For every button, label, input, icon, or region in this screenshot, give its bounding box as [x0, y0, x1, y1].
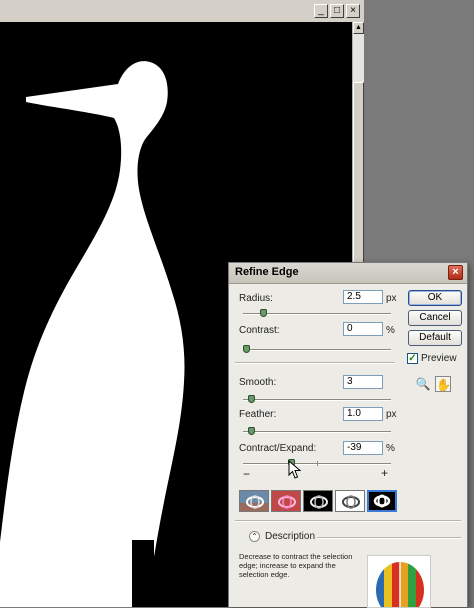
center-tick: [317, 461, 318, 466]
balloon-preview-image: [367, 555, 431, 608]
view-mode-on-white-icon[interactable]: [335, 490, 365, 512]
hand-icon[interactable]: ✋: [435, 376, 451, 392]
preview-checkbox[interactable]: ✓: [407, 353, 418, 364]
preview-label: Preview: [421, 353, 457, 364]
smooth-label: Smooth:: [239, 377, 277, 388]
feather-unit: px: [386, 409, 397, 420]
separator: [235, 520, 461, 522]
contract-expand-input[interactable]: -39: [343, 441, 383, 455]
cancel-button[interactable]: Cancel: [408, 310, 462, 326]
contract-expand-unit: %: [386, 443, 395, 454]
contrast-slider-track[interactable]: [243, 349, 391, 351]
minimize-button[interactable]: _: [314, 4, 328, 18]
minus-sign: −: [243, 467, 251, 481]
smooth-slider-track[interactable]: [243, 399, 391, 401]
separator: [317, 537, 461, 539]
zoom-icon[interactable]: 🔍: [415, 376, 431, 392]
view-mode-mask-icon[interactable]: [367, 490, 397, 512]
contrast-label: Contrast:: [239, 325, 280, 336]
chevron-up-icon[interactable]: ⌃: [249, 531, 260, 542]
dialog-titlebar[interactable]: Refine Edge ×: [229, 263, 467, 284]
contrast-slider-thumb[interactable]: [242, 345, 250, 353]
maximize-button[interactable]: □: [330, 4, 344, 18]
feather-slider-thumb[interactable]: [248, 427, 256, 435]
contrast-unit: %: [386, 325, 395, 336]
feather-input[interactable]: 1.0: [343, 407, 383, 421]
scroll-up-arrow-icon[interactable]: ▲: [353, 22, 364, 34]
radius-slider-thumb[interactable]: [260, 309, 268, 317]
contrast-input[interactable]: 0: [343, 322, 383, 336]
feather-label: Feather:: [239, 409, 277, 420]
ok-button[interactable]: OK: [408, 290, 462, 306]
radius-input[interactable]: 2.5: [343, 290, 383, 304]
radius-unit: px: [386, 293, 397, 304]
mouse-cursor-icon: [288, 460, 302, 479]
description-text: Decrease to contract the selection edge;…: [239, 552, 353, 579]
contract-expand-label: Contract/Expand:: [239, 443, 317, 454]
radius-label: Radius:: [239, 293, 273, 304]
dialog-title: Refine Edge: [235, 266, 299, 278]
close-button[interactable]: ×: [346, 4, 360, 18]
view-mode-quick-mask-icon[interactable]: [271, 490, 301, 512]
view-mode-on-black-icon[interactable]: [303, 490, 333, 512]
dialog-close-button[interactable]: ×: [448, 265, 463, 280]
description-label: Description: [265, 531, 316, 542]
default-button[interactable]: Default: [408, 330, 462, 346]
refine-edge-dialog: Refine Edge × Radius: 2.5 px Contrast: 0…: [228, 262, 468, 608]
view-mode-standard-icon[interactable]: [239, 490, 269, 512]
document-titlebar: _ □ ×: [0, 0, 364, 23]
feather-slider-track[interactable]: [243, 431, 391, 433]
separator: [235, 362, 395, 364]
smooth-input[interactable]: 3: [343, 375, 383, 389]
smooth-slider-thumb[interactable]: [248, 395, 256, 403]
plus-sign: +: [381, 466, 389, 480]
